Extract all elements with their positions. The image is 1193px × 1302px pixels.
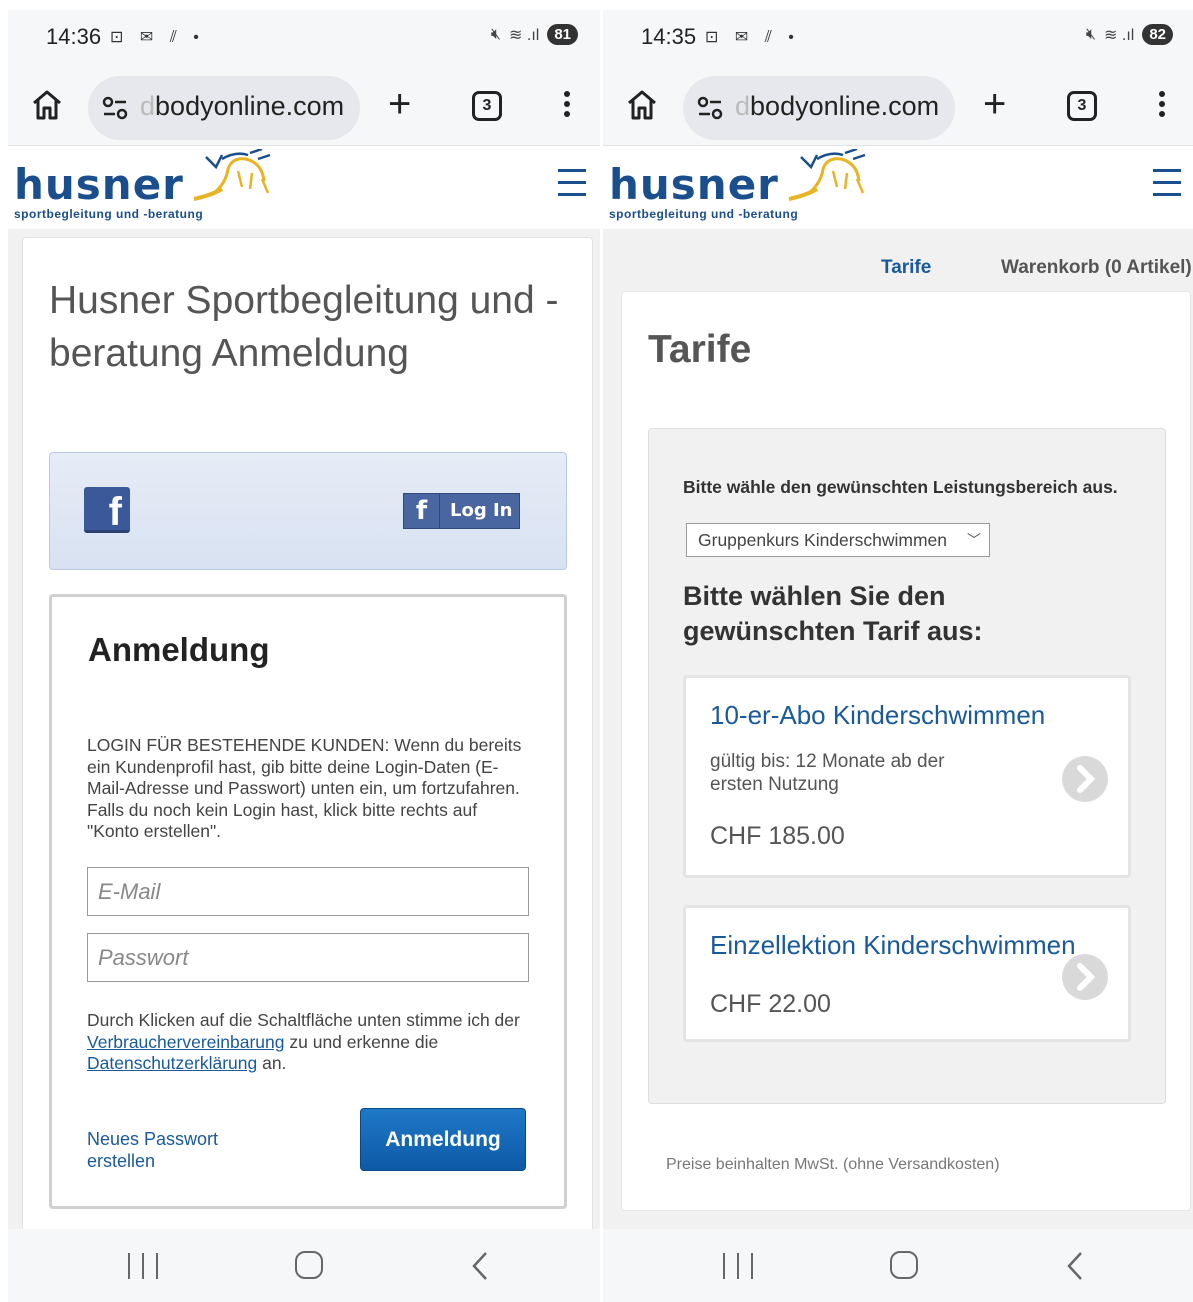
site-header: husner sportbegleitung und -beratung [603,147,1193,229]
system-nav-bar [8,1229,600,1302]
back-icon[interactable] [1061,1249,1091,1283]
recent-apps-icon[interactable] [128,1253,158,1279]
facebook-login-label: Log In [450,500,513,521]
tariff-validity: gültig bis: 12 Monate ab der ersten Nutz… [710,751,945,795]
status-time: 14:36 [46,24,102,49]
recent-apps-icon[interactable] [723,1253,753,1279]
logo-tagline: sportbegleitung und -beratung [609,207,799,221]
privacy-policy-link[interactable]: Datenschutzerklärung [87,1053,257,1073]
login-page: Husner Sportbegleitung und -beratung Anm… [8,229,600,1247]
status-time: 14:35 [641,24,697,49]
email-field[interactable]: E-Mail [87,867,529,916]
consent-text-part: an. [257,1053,287,1073]
site-header: husner sportbegleitung und -beratung [8,147,600,229]
service-select-label: Bitte wähle den gewünschten Leistungsber… [683,477,1118,497]
password-field[interactable]: Passwort [87,933,529,982]
screenshot-pair: 14:36 ⊡ ✉ ⫽ • 🔇︎ ≋ .ıl 81 dbodyonline.co… [8,10,1193,1302]
price-footnote: Preise beinhalten MwSt. (ohne Versandkos… [666,1156,1000,1173]
facebook-f-icon: f [404,494,440,528]
service-select-value: Gruppenkurs Kinderschwimmen [698,530,947,550]
hamburger-menu-icon[interactable] [558,169,586,197]
login-submit-button[interactable]: Anmeldung [360,1108,526,1171]
tariff-option[interactable]: 10-er-Abo Kinderschwimmen gültig bis: 12… [683,675,1131,878]
page-title: Tarife [648,328,752,371]
login-form: Anmeldung LOGIN FÜR BESTEHENDE KUNDEN: W… [49,594,567,1209]
service-select[interactable]: Gruppenkurs Kinderschwimmen ﹀ [686,523,990,557]
home-nav-icon[interactable] [295,1251,323,1279]
site-settings-icon[interactable] [102,96,128,120]
nav-tarife[interactable]: Tarife [881,257,931,279]
tab-switcher-button[interactable]: 3 [1067,91,1097,121]
browser-toolbar: dbodyonline.com + 3 [8,66,600,146]
chevron-down-icon: ﹀ [967,532,981,548]
status-bar: 14:35 ⊡ ✉ ⫽ • 🔇︎ ≋ .ıl 82 [603,10,1193,66]
back-icon[interactable] [466,1249,496,1283]
tariff-name[interactable]: Einzellektion Kinderschwimmen [710,930,1076,961]
wifi-icon: ≋ .ıl [1104,26,1135,44]
battery-badge: 81 [547,24,578,45]
chevron-right-icon[interactable] [1062,954,1108,1000]
notification-icons: ⊡ ✉ ⫽ • [705,29,800,46]
logo-wordmark: husner [14,160,184,209]
home-icon[interactable] [625,88,659,122]
login-card: Husner Sportbegleitung und -beratung Anm… [22,237,593,1247]
tariff-price: CHF 22.00 [710,990,831,1018]
consent-text: Durch Klicken auf die Schaltfläche unten… [87,1010,527,1075]
new-tab-icon[interactable]: + [388,84,411,124]
choose-tariff-heading: Bitte wählen Sie den gewünschten Tarif a… [683,581,983,646]
status-right: 🔇︎ ≋ .ıl 81 [491,24,578,45]
site-settings-icon[interactable] [697,96,723,120]
tariff-card: Tarife Bitte wähle den gewünschten Leist… [621,291,1191,1211]
tariff-option[interactable]: Einzellektion Kinderschwimmen CHF 22.00 [683,905,1131,1042]
system-nav-bar [603,1229,1193,1302]
tariff-page: Tarife Warenkorb (0 Artikel) Tarife Bitt… [603,229,1193,1229]
url-text: dbodyonline.com [735,91,940,121]
consent-text-part: Durch Klicken auf die Schaltfläche unten… [87,1010,520,1030]
facebook-login-panel: f f Log In [49,452,567,570]
more-menu-icon[interactable] [1153,88,1171,124]
tariff-price: CHF 185.00 [710,822,845,850]
consumer-agreement-link[interactable]: Verbrauchervereinbarung [87,1032,285,1052]
logo-tagline: sportbegleitung und -beratung [14,207,204,221]
nav-cart[interactable]: Warenkorb (0 Artikel) [1001,257,1192,279]
page-title: Husner Sportbegleitung und -beratung Anm… [49,279,559,375]
reset-password-link[interactable]: Neues Passwort erstellen [87,1128,257,1172]
login-description: LOGIN FÜR BESTEHENDE KUNDEN: Wenn du ber… [87,735,522,841]
husner-logo[interactable]: husner sportbegleitung und -beratung [14,149,274,227]
new-tab-icon[interactable]: + [983,84,1006,124]
husner-logo[interactable]: husner sportbegleitung und -beratung [609,149,869,227]
swimmer-logo-icon [193,149,271,201]
shop-nav: Tarife Warenkorb (0 Artikel) [603,229,1193,299]
mute-icon: 🔇︎ [1085,25,1097,43]
wifi-icon: ≋ .ıl [509,26,540,44]
address-bar[interactable]: dbodyonline.com [88,76,360,140]
login-heading: Anmeldung [88,631,270,668]
tariff-name[interactable]: 10-er-Abo Kinderschwimmen [710,700,1045,731]
address-bar[interactable]: dbodyonline.com [683,76,955,140]
home-nav-icon[interactable] [890,1251,918,1279]
battery-badge: 82 [1142,24,1173,45]
facebook-login-button[interactable]: f Log In [403,493,520,529]
tab-switcher-button[interactable]: 3 [472,91,502,121]
browser-toolbar: dbodyonline.com + 3 [603,66,1193,146]
notification-icons: ⊡ ✉ ⫽ • [110,29,205,46]
swimmer-logo-icon [788,149,866,201]
facebook-icon: f [84,487,130,534]
url-text: dbodyonline.com [140,91,345,121]
hamburger-menu-icon[interactable] [1153,169,1181,197]
more-menu-icon[interactable] [558,88,576,124]
consent-text-part: zu und erkenne die [284,1031,439,1052]
chevron-right-icon[interactable] [1062,756,1108,802]
home-icon[interactable] [30,88,64,122]
status-bar: 14:36 ⊡ ✉ ⫽ • 🔇︎ ≋ .ıl 81 [8,10,600,66]
phone-right: 14:35 ⊡ ✉ ⫽ • 🔇︎ ≋ .ıl 82 dbodyonline.co… [603,10,1193,1302]
tariff-selector-panel: Bitte wähle den gewünschten Leistungsber… [648,428,1166,1104]
logo-wordmark: husner [609,160,779,209]
phone-left: 14:36 ⊡ ✉ ⫽ • 🔇︎ ≋ .ıl 81 dbodyonline.co… [8,10,600,1302]
mute-icon: 🔇︎ [490,25,502,43]
status-right: 🔇︎ ≋ .ıl 82 [1086,24,1173,45]
